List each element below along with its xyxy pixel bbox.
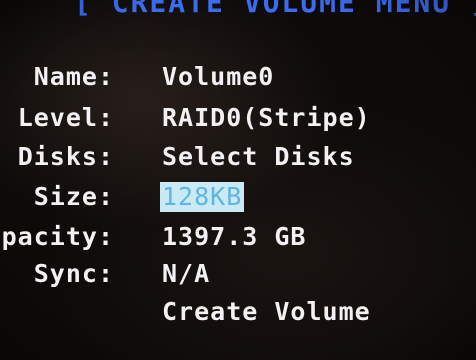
menu-title: [ CREATE VOLUME MENU ]	[74, 0, 476, 19]
strip-size-select[interactable]: 128KB	[160, 182, 245, 212]
disks-label: Disks:	[17, 142, 114, 171]
disks-row: Disks: Select Disks	[0, 142, 476, 172]
sync-label: Sync:	[33, 259, 114, 288]
create-volume-button[interactable]: Create Volume	[162, 297, 371, 327]
capacity-field[interactable]: 1397.3 GB	[162, 222, 306, 252]
level-label: Level:	[17, 103, 114, 132]
sync-row: Sync: N/A	[0, 259, 476, 289]
raid-config-screen: [ CREATE VOLUME MENU ] Name: Volume0 Lev…	[0, 0, 476, 360]
capacity-label: Capacity:	[0, 222, 114, 251]
capacity-row: Capacity: 1397.3 GB	[0, 222, 476, 252]
name-row: Name: Volume0	[0, 62, 476, 92]
select-disks-option[interactable]: Select Disks	[162, 142, 355, 172]
name-label: Name:	[33, 62, 114, 91]
create-volume-row: Create Volume	[0, 297, 476, 327]
level-row: Level: RAID0(Stripe)	[0, 103, 476, 133]
strip-size-row: Size: 128KB	[0, 182, 476, 212]
sync-field[interactable]: N/A	[162, 259, 210, 289]
name-field[interactable]: Volume0	[162, 62, 274, 92]
raid-level-select[interactable]: RAID0(Stripe)	[162, 103, 371, 133]
strip-size-label: Size:	[33, 182, 114, 211]
